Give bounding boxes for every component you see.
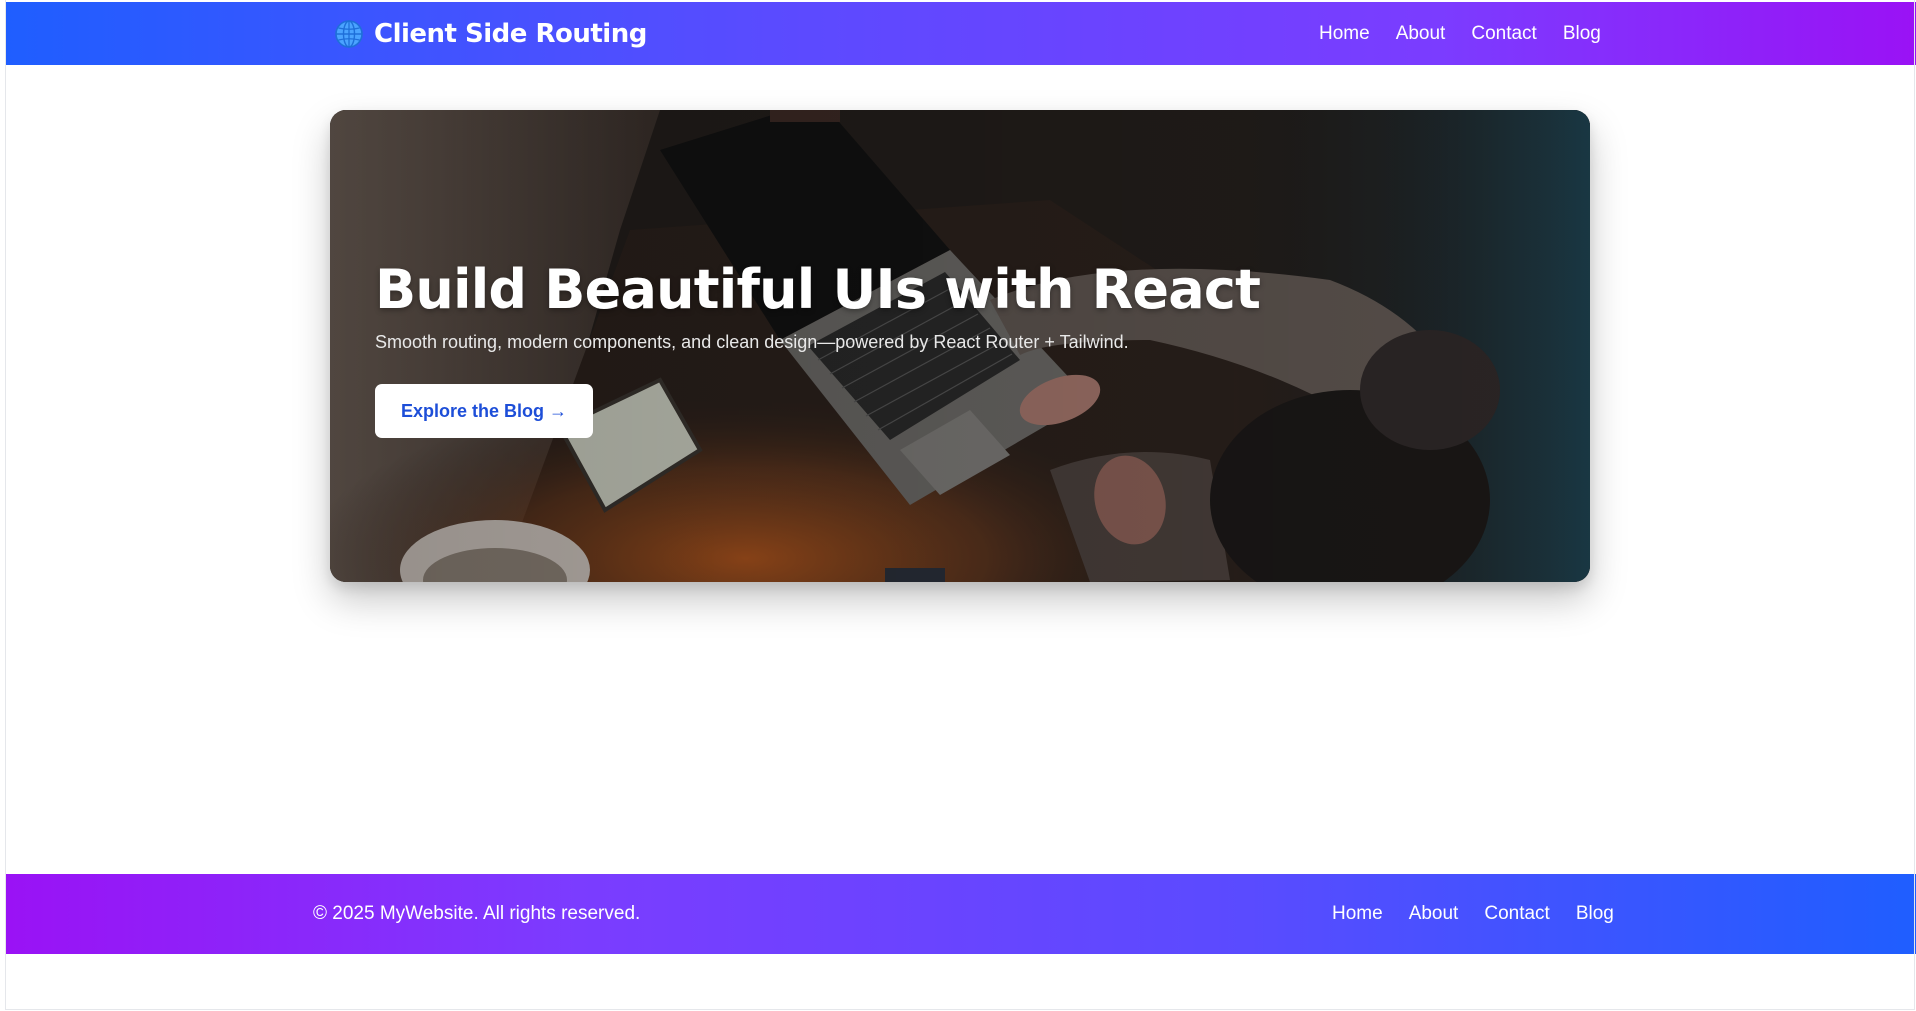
footer-link-home[interactable]: Home: [1332, 902, 1383, 926]
nav-link-contact[interactable]: Contact: [1471, 22, 1536, 46]
page: Client Side Routing Home About Contact B…: [0, 0, 1916, 1011]
brand-title: Client Side Routing: [374, 19, 647, 49]
globe-icon: [334, 19, 364, 49]
footer-nav: Home About Contact Blog: [1332, 902, 1614, 926]
hero-banner: Build Beautiful UIs with React Smooth ro…: [330, 110, 1590, 582]
explore-blog-button[interactable]: Explore the Blog →: [375, 384, 594, 438]
nav-link-about[interactable]: About: [1396, 22, 1446, 46]
hero-subtitle: Smooth routing, modern components, and c…: [375, 332, 1129, 352]
hero-title: Build Beautiful UIs with React: [375, 258, 1261, 321]
footer-link-about[interactable]: About: [1409, 902, 1459, 926]
nav-link-home[interactable]: Home: [1319, 22, 1370, 46]
footer-link-contact[interactable]: Contact: [1484, 902, 1549, 926]
brand-link[interactable]: Client Side Routing: [334, 16, 647, 52]
footer: © 2025 MyWebsite. All rights reserved. H…: [6, 874, 1916, 954]
header-nav: Home About Contact Blog: [1319, 22, 1601, 46]
nav-link-blog[interactable]: Blog: [1563, 22, 1601, 46]
footer-link-blog[interactable]: Blog: [1576, 902, 1614, 926]
navbar: Client Side Routing Home About Contact B…: [6, 2, 1916, 65]
footer-copyright: © 2025 MyWebsite. All rights reserved.: [313, 903, 641, 924]
hero-content: Build Beautiful UIs with React Smooth ro…: [375, 258, 1475, 438]
